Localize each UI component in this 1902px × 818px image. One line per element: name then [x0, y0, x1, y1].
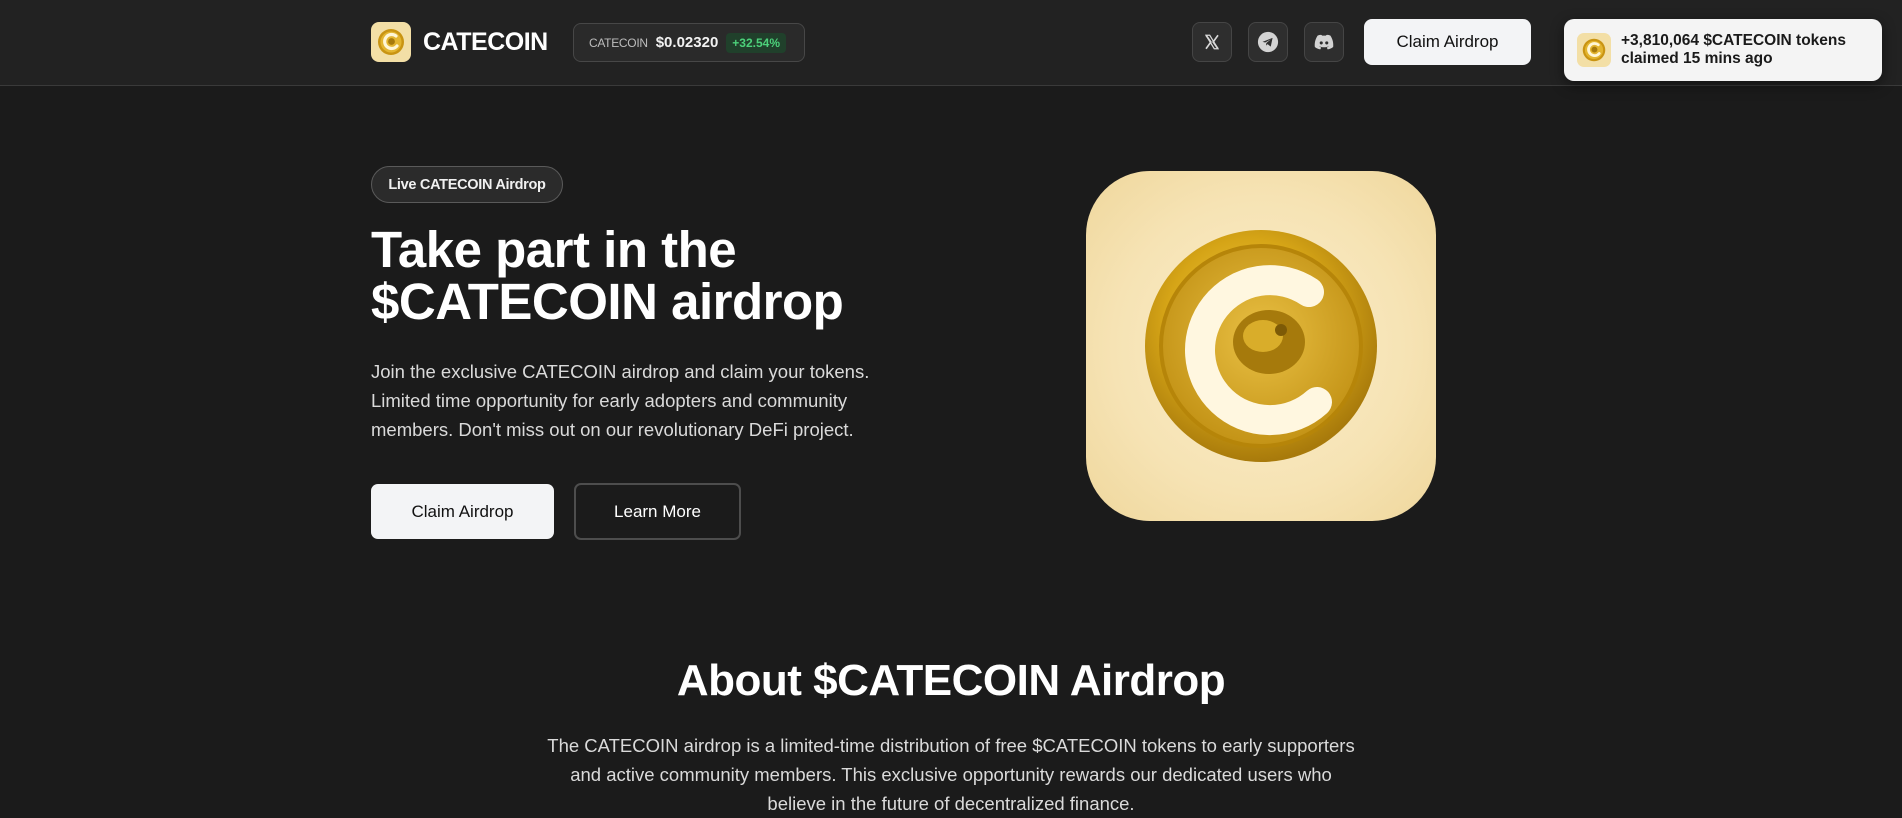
live-airdrop-badge: Live CATECOIN Airdrop [371, 166, 563, 203]
ticker-symbol: CATECOIN [589, 35, 648, 50]
about-desc-line-3: believe in the future of decentralized f… [767, 793, 1135, 814]
x-social-button[interactable] [1192, 22, 1232, 62]
catecoin-coin-image [1086, 171, 1436, 521]
hero-desc-line-2: Limited time opportunity for early adopt… [371, 390, 848, 411]
hero-title-line-2: $CATECOIN airdrop [371, 273, 844, 330]
hero-description: Join the exclusive CATECOIN airdrop and … [371, 357, 871, 444]
about-desc-line-1: The CATECOIN airdrop is a limited-time d… [547, 735, 1355, 756]
learn-more-button[interactable]: Learn More [574, 483, 741, 540]
claim-notification-toast: +3,810,064 $CATECOIN tokens claimed 15 m… [1564, 19, 1882, 81]
hero-claim-airdrop-button[interactable]: Claim Airdrop [371, 484, 554, 539]
toast-message: +3,810,064 $CATECOIN tokens claimed 15 m… [1621, 32, 1846, 68]
discord-icon [1314, 34, 1334, 50]
about-description: The CATECOIN airdrop is a limited-time d… [451, 731, 1451, 818]
discord-social-button[interactable] [1304, 22, 1344, 62]
toast-line-1: +3,810,064 $CATECOIN tokens [1621, 32, 1846, 49]
hero-desc-line-3: members. Don't miss out on our revolutio… [371, 419, 854, 440]
brand-name: CATECOIN [423, 27, 548, 56]
hero-desc-line-1: Join the exclusive CATECOIN airdrop and … [371, 361, 870, 382]
x-twitter-icon [1204, 34, 1220, 50]
catecoin-logo-icon [1577, 33, 1611, 67]
brand[interactable]: CATECOIN [371, 22, 548, 62]
catecoin-logo-icon [371, 22, 411, 62]
header-claim-airdrop-button[interactable]: Claim Airdrop [1364, 19, 1531, 65]
about-title: About $CATECOIN Airdrop [676, 656, 1226, 705]
ticker-price: $0.02320 [655, 34, 719, 51]
telegram-social-button[interactable] [1248, 22, 1288, 62]
toast-line-2: claimed 15 mins ago [1621, 50, 1773, 67]
hero-title-line-1: Take part in the [371, 221, 737, 278]
catecoin-coin-icon [1145, 230, 1377, 462]
about-desc-line-2: and active community members. This exclu… [570, 764, 1332, 785]
price-ticker: CATECOIN $0.02320 +32.54% [573, 23, 805, 62]
ticker-change-badge: +32.54% [726, 32, 787, 53]
telegram-icon [1257, 31, 1279, 53]
hero-title: Take part in the $CATECOIN airdrop [371, 224, 891, 328]
